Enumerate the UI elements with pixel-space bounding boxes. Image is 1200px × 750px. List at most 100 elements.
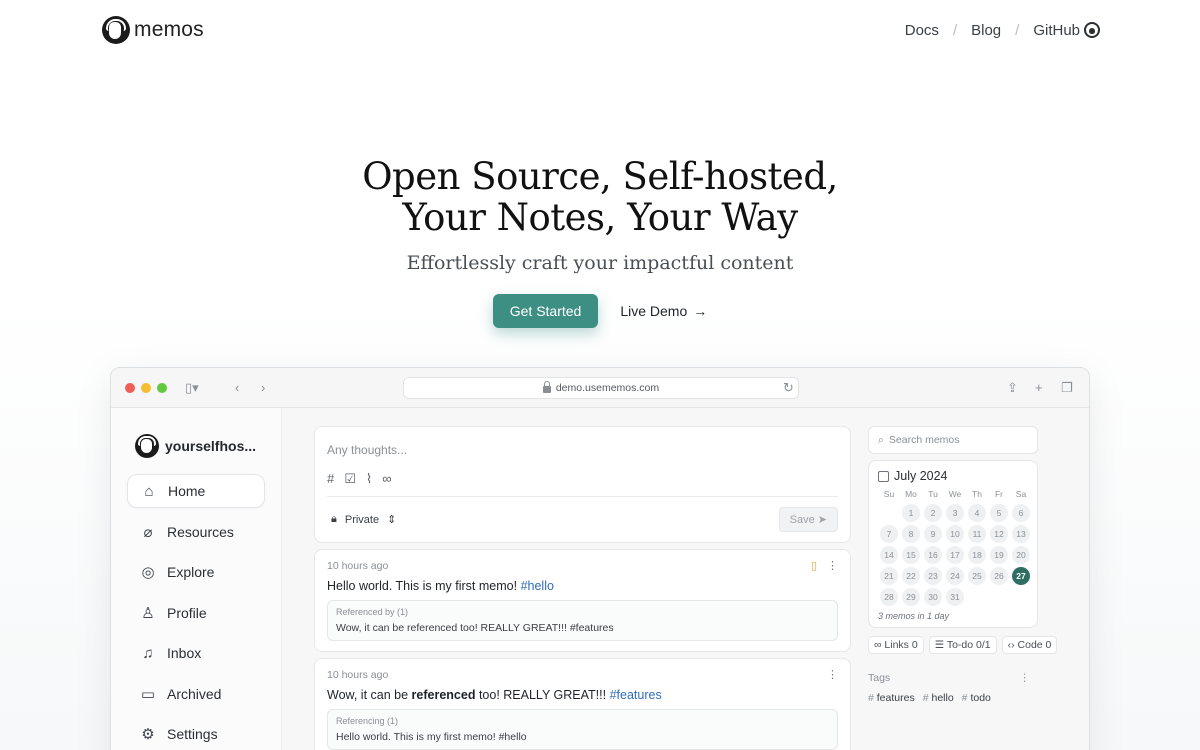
checkbox-icon[interactable]: ☑: [344, 471, 356, 487]
tabs-overview-icon[interactable]: ❐: [1061, 380, 1073, 396]
get-started-button[interactable]: Get Started: [492, 294, 599, 328]
sidebar-item-label: Explore: [167, 564, 215, 580]
tag-icon[interactable]: #: [327, 471, 334, 487]
calendar-day[interactable]: 25: [968, 567, 986, 585]
sidebar-item-home[interactable]: ⌂ Home: [127, 474, 265, 508]
memo-input[interactable]: Any thoughts...: [327, 443, 838, 457]
more-icon[interactable]: ⋮: [827, 668, 838, 681]
calendar-day[interactable]: 21: [880, 567, 898, 585]
search-input[interactable]: ⌕ Search memos: [868, 426, 1038, 454]
reload-icon[interactable]: ↻: [783, 380, 794, 396]
calendar-day[interactable]: 5: [990, 504, 1008, 522]
sidebar-item-profile[interactable]: ♙ Profile: [127, 596, 265, 630]
calendar-day[interactable]: 8: [902, 525, 920, 543]
checklist-icon: ☰: [934, 639, 947, 651]
back-icon[interactable]: ‹: [235, 380, 239, 395]
nav-link-blog[interactable]: Blog: [971, 22, 1001, 39]
bookmark-icon[interactable]: ▯: [811, 559, 817, 572]
nav-link-github[interactable]: GitHub: [1033, 22, 1100, 39]
memo-reference: Referencing (1) Hello world. This is my …: [327, 709, 838, 750]
sidebar-item-archived[interactable]: ▭ Archived: [127, 677, 265, 711]
editor-toolbar: # ☑ ⌇ ∞: [327, 471, 838, 497]
github-icon: [1084, 22, 1100, 38]
calendar-day[interactable]: 28: [880, 588, 898, 606]
calendar-day[interactable]: 7: [880, 525, 898, 543]
calendar-day[interactable]: 19: [990, 546, 1008, 564]
visibility-select[interactable]: 🔒︎ Private ⇕: [331, 513, 396, 526]
memo-bold-text: referenced: [411, 688, 476, 702]
tag-item[interactable]: # todo: [962, 692, 991, 704]
calendar-day[interactable]: 2: [924, 504, 942, 522]
tag-label: features: [876, 692, 915, 704]
calendar-day[interactable]: 23: [924, 567, 942, 585]
attachment-icon[interactable]: ⌇: [366, 471, 372, 487]
memo-card: 10 hours ago ▯ ⋮ Hello world. This is my…: [314, 549, 851, 652]
close-window-dot[interactable]: [125, 383, 135, 393]
address-bar[interactable]: demo.usememos.com: [403, 377, 799, 399]
maximize-window-dot[interactable]: [157, 383, 167, 393]
sidebar-item-settings[interactable]: ⚙ Settings: [127, 717, 265, 750]
send-icon: ➤: [817, 514, 827, 526]
calendar-day[interactable]: 10: [946, 525, 964, 543]
calendar-day[interactable]: 17: [946, 546, 964, 564]
calendar-day[interactable]: 18: [968, 546, 986, 564]
sidebar-item-label: Home: [168, 483, 206, 499]
share-icon[interactable]: ⇪: [1007, 380, 1018, 396]
weekday-label: Mo: [905, 489, 917, 499]
forward-icon[interactable]: ›: [261, 380, 265, 395]
calendar-day[interactable]: 6: [1012, 504, 1030, 522]
sidebar-item-resources[interactable]: ⌀ Resources: [127, 515, 265, 549]
sidebar-item-inbox[interactable]: ♫ Inbox: [127, 636, 265, 670]
calendar-month: July 2024: [894, 469, 948, 483]
calendar-day[interactable]: 13: [1012, 525, 1030, 543]
new-tab-icon[interactable]: +: [1035, 380, 1043, 395]
hero: Open Source, Self-hosted, Your Notes, Yo…: [0, 156, 1200, 328]
calendar-day[interactable]: 20: [1012, 546, 1030, 564]
calendar-day[interactable]: 1: [902, 504, 920, 522]
more-icon[interactable]: ⋮: [1020, 672, 1031, 684]
calendar-day[interactable]: 9: [924, 525, 942, 543]
nav-link-github-label: GitHub: [1033, 21, 1080, 39]
stat-todo[interactable]: ☰ To-do 0/1: [928, 636, 997, 654]
user-name: yourselfhos...: [165, 438, 257, 454]
calendar-day[interactable]: 24: [946, 567, 964, 585]
memo-card: 10 hours ago ⋮ Wow, it can be referenced…: [314, 658, 851, 750]
code-icon: ‹›: [1007, 639, 1018, 651]
memo-content: Hello world. This is my first memo! #hel…: [327, 579, 838, 593]
calendar-day[interactable]: 14: [880, 546, 898, 564]
memo-tag[interactable]: #hello: [521, 579, 554, 593]
calendar-day[interactable]: 3: [946, 504, 964, 522]
memo-tag[interactable]: #features: [610, 688, 662, 702]
calendar-day[interactable]: 22: [902, 567, 920, 585]
sidebar-item-explore[interactable]: ◎ Explore: [127, 555, 265, 589]
calendar-day[interactable]: 27: [1012, 567, 1030, 585]
stat-links[interactable]: ∞ Links 0: [868, 636, 924, 654]
reference-header: Referenced by (1): [336, 607, 409, 617]
calendar-day[interactable]: 31: [946, 588, 964, 606]
minimize-window-dot[interactable]: [141, 383, 151, 393]
paperclip-icon: ⌀: [143, 523, 153, 541]
calendar-day[interactable]: 26: [990, 567, 1008, 585]
link-icon[interactable]: ∞: [382, 471, 391, 487]
user-account[interactable]: yourselfhos...: [135, 434, 265, 458]
tag-item[interactable]: # hello: [923, 692, 954, 704]
save-button[interactable]: Save ➤: [778, 507, 838, 532]
stat-code[interactable]: ‹› Code 0: [1001, 636, 1058, 654]
calendar-day[interactable]: 29: [902, 588, 920, 606]
brand[interactable]: memos: [102, 16, 204, 44]
activity-calendar: July 2024 Su Mo Tu We Th Fr Sa 1 2 3 4 5 6 7 8 9 10 11 12 1…: [868, 460, 1038, 628]
nav-link-docs[interactable]: Docs: [905, 22, 939, 39]
calendar-day[interactable]: 4: [968, 504, 986, 522]
calendar-day[interactable]: 11: [968, 525, 986, 543]
chevron-updown-icon: ⇕: [387, 514, 397, 526]
calendar-day[interactable]: 12: [990, 525, 1008, 543]
calendar-day[interactable]: 30: [924, 588, 942, 606]
calendar-day[interactable]: 15: [902, 546, 920, 564]
more-icon[interactable]: ⋮: [827, 559, 838, 572]
calendar-day[interactable]: 16: [924, 546, 942, 564]
live-demo-link[interactable]: Live Demo →: [620, 303, 707, 319]
reference-link[interactable]: Hello world. This is my first memo! #hel…: [336, 731, 829, 743]
reference-link[interactable]: Wow, it can be referenced too! REALLY GR…: [336, 622, 829, 634]
tag-item[interactable]: # features: [868, 692, 915, 704]
sidebar-toggle-icon[interactable]: ▯▾: [185, 380, 199, 396]
